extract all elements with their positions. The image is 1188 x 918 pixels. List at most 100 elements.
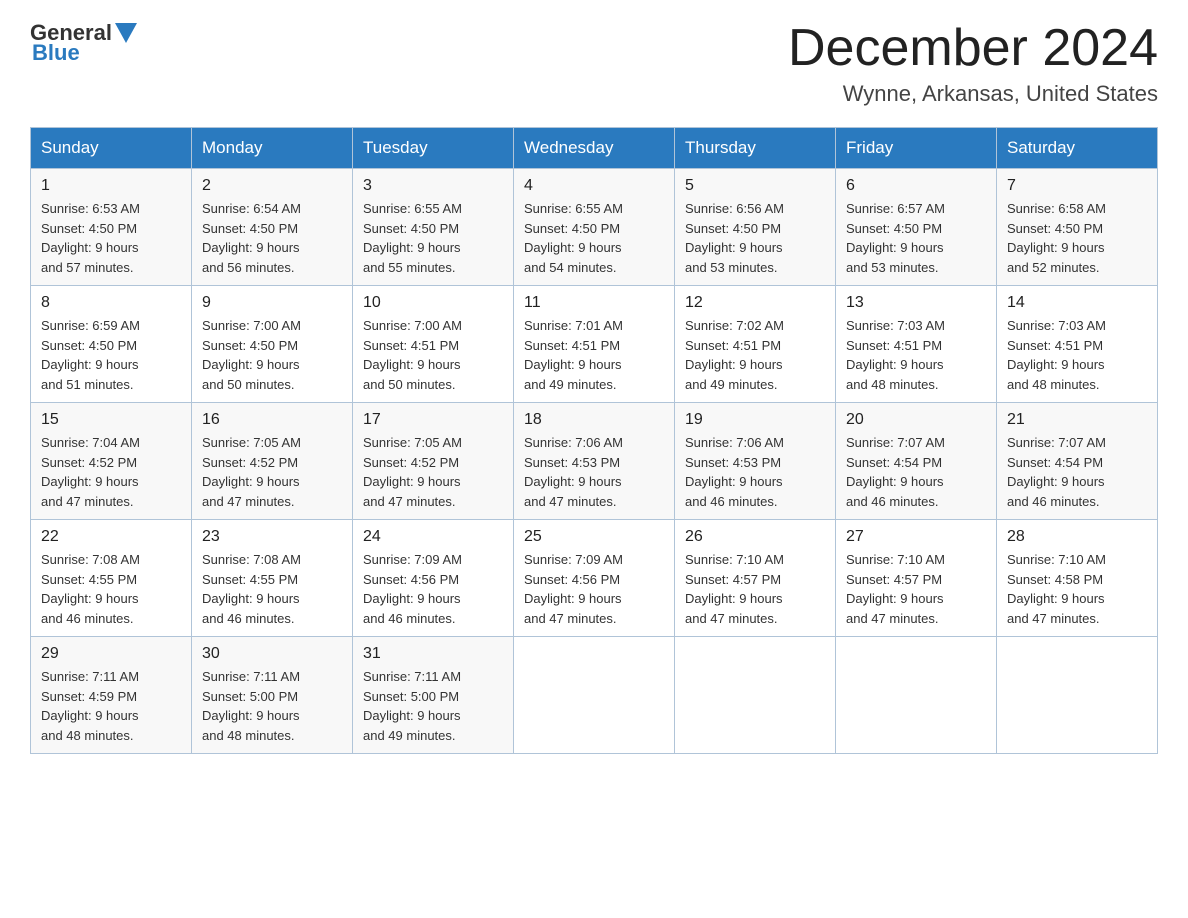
day-number: 21 [1007, 411, 1147, 429]
weekday-header-wednesday: Wednesday [514, 128, 675, 169]
calendar-day-cell: 12 Sunrise: 7:02 AM Sunset: 4:51 PM Dayl… [675, 286, 836, 403]
calendar-day-cell: 27 Sunrise: 7:10 AM Sunset: 4:57 PM Dayl… [836, 520, 997, 637]
day-info: Sunrise: 7:03 AM Sunset: 4:51 PM Dayligh… [846, 316, 986, 394]
day-number: 14 [1007, 294, 1147, 312]
calendar-day-cell [836, 637, 997, 754]
day-number: 29 [41, 645, 181, 663]
calendar-day-cell: 13 Sunrise: 7:03 AM Sunset: 4:51 PM Dayl… [836, 286, 997, 403]
day-number: 2 [202, 177, 342, 195]
day-number: 28 [1007, 528, 1147, 546]
day-info: Sunrise: 6:59 AM Sunset: 4:50 PM Dayligh… [41, 316, 181, 394]
day-number: 5 [685, 177, 825, 195]
day-number: 26 [685, 528, 825, 546]
calendar-day-cell: 4 Sunrise: 6:55 AM Sunset: 4:50 PM Dayli… [514, 169, 675, 286]
day-info: Sunrise: 7:05 AM Sunset: 4:52 PM Dayligh… [202, 433, 342, 511]
location-title: Wynne, Arkansas, United States [788, 81, 1158, 107]
day-info: Sunrise: 7:05 AM Sunset: 4:52 PM Dayligh… [363, 433, 503, 511]
weekday-header-monday: Monday [192, 128, 353, 169]
calendar-week-row: 8 Sunrise: 6:59 AM Sunset: 4:50 PM Dayli… [31, 286, 1158, 403]
calendar-day-cell: 7 Sunrise: 6:58 AM Sunset: 4:50 PM Dayli… [997, 169, 1158, 286]
logo: General Blue [30, 20, 137, 66]
day-info: Sunrise: 6:54 AM Sunset: 4:50 PM Dayligh… [202, 199, 342, 277]
calendar-day-cell: 28 Sunrise: 7:10 AM Sunset: 4:58 PM Dayl… [997, 520, 1158, 637]
day-number: 13 [846, 294, 986, 312]
calendar-day-cell: 18 Sunrise: 7:06 AM Sunset: 4:53 PM Dayl… [514, 403, 675, 520]
weekday-header-thursday: Thursday [675, 128, 836, 169]
calendar-day-cell: 15 Sunrise: 7:04 AM Sunset: 4:52 PM Dayl… [31, 403, 192, 520]
calendar-week-row: 22 Sunrise: 7:08 AM Sunset: 4:55 PM Dayl… [31, 520, 1158, 637]
month-title: December 2024 [788, 20, 1158, 77]
calendar-day-cell: 1 Sunrise: 6:53 AM Sunset: 4:50 PM Dayli… [31, 169, 192, 286]
logo-blue-text: Blue [32, 40, 80, 66]
calendar-day-cell: 26 Sunrise: 7:10 AM Sunset: 4:57 PM Dayl… [675, 520, 836, 637]
day-number: 31 [363, 645, 503, 663]
day-info: Sunrise: 7:06 AM Sunset: 4:53 PM Dayligh… [685, 433, 825, 511]
weekday-header-saturday: Saturday [997, 128, 1158, 169]
day-number: 9 [202, 294, 342, 312]
day-info: Sunrise: 7:11 AM Sunset: 5:00 PM Dayligh… [202, 667, 342, 745]
calendar-week-row: 1 Sunrise: 6:53 AM Sunset: 4:50 PM Dayli… [31, 169, 1158, 286]
day-number: 20 [846, 411, 986, 429]
day-number: 11 [524, 294, 664, 312]
calendar-table: SundayMondayTuesdayWednesdayThursdayFrid… [30, 127, 1158, 754]
day-info: Sunrise: 7:00 AM Sunset: 4:51 PM Dayligh… [363, 316, 503, 394]
day-info: Sunrise: 7:01 AM Sunset: 4:51 PM Dayligh… [524, 316, 664, 394]
day-info: Sunrise: 6:55 AM Sunset: 4:50 PM Dayligh… [524, 199, 664, 277]
weekday-header-row: SundayMondayTuesdayWednesdayThursdayFrid… [31, 128, 1158, 169]
calendar-day-cell: 24 Sunrise: 7:09 AM Sunset: 4:56 PM Dayl… [353, 520, 514, 637]
day-number: 8 [41, 294, 181, 312]
day-number: 18 [524, 411, 664, 429]
calendar-day-cell [997, 637, 1158, 754]
day-number: 16 [202, 411, 342, 429]
day-number: 23 [202, 528, 342, 546]
day-info: Sunrise: 7:03 AM Sunset: 4:51 PM Dayligh… [1007, 316, 1147, 394]
day-info: Sunrise: 7:08 AM Sunset: 4:55 PM Dayligh… [202, 550, 342, 628]
weekday-header-friday: Friday [836, 128, 997, 169]
calendar-day-cell: 20 Sunrise: 7:07 AM Sunset: 4:54 PM Dayl… [836, 403, 997, 520]
day-info: Sunrise: 6:58 AM Sunset: 4:50 PM Dayligh… [1007, 199, 1147, 277]
calendar-day-cell: 23 Sunrise: 7:08 AM Sunset: 4:55 PM Dayl… [192, 520, 353, 637]
calendar-day-cell: 16 Sunrise: 7:05 AM Sunset: 4:52 PM Dayl… [192, 403, 353, 520]
day-info: Sunrise: 7:11 AM Sunset: 4:59 PM Dayligh… [41, 667, 181, 745]
day-number: 1 [41, 177, 181, 195]
day-number: 24 [363, 528, 503, 546]
calendar-day-cell: 14 Sunrise: 7:03 AM Sunset: 4:51 PM Dayl… [997, 286, 1158, 403]
day-number: 10 [363, 294, 503, 312]
day-number: 19 [685, 411, 825, 429]
day-info: Sunrise: 7:06 AM Sunset: 4:53 PM Dayligh… [524, 433, 664, 511]
calendar-day-cell: 19 Sunrise: 7:06 AM Sunset: 4:53 PM Dayl… [675, 403, 836, 520]
day-info: Sunrise: 7:07 AM Sunset: 4:54 PM Dayligh… [846, 433, 986, 511]
logo-triangle-icon [115, 23, 137, 45]
day-info: Sunrise: 7:00 AM Sunset: 4:50 PM Dayligh… [202, 316, 342, 394]
page-header: General Blue December 2024 Wynne, Arkans… [30, 20, 1158, 107]
day-info: Sunrise: 7:04 AM Sunset: 4:52 PM Dayligh… [41, 433, 181, 511]
day-info: Sunrise: 7:10 AM Sunset: 4:58 PM Dayligh… [1007, 550, 1147, 628]
day-info: Sunrise: 7:09 AM Sunset: 4:56 PM Dayligh… [524, 550, 664, 628]
calendar-day-cell: 9 Sunrise: 7:00 AM Sunset: 4:50 PM Dayli… [192, 286, 353, 403]
day-number: 27 [846, 528, 986, 546]
day-info: Sunrise: 7:02 AM Sunset: 4:51 PM Dayligh… [685, 316, 825, 394]
day-number: 7 [1007, 177, 1147, 195]
weekday-header-tuesday: Tuesday [353, 128, 514, 169]
calendar-day-cell [514, 637, 675, 754]
calendar-week-row: 15 Sunrise: 7:04 AM Sunset: 4:52 PM Dayl… [31, 403, 1158, 520]
day-info: Sunrise: 7:10 AM Sunset: 4:57 PM Dayligh… [846, 550, 986, 628]
day-info: Sunrise: 6:56 AM Sunset: 4:50 PM Dayligh… [685, 199, 825, 277]
day-info: Sunrise: 6:53 AM Sunset: 4:50 PM Dayligh… [41, 199, 181, 277]
calendar-day-cell: 31 Sunrise: 7:11 AM Sunset: 5:00 PM Dayl… [353, 637, 514, 754]
day-number: 22 [41, 528, 181, 546]
day-info: Sunrise: 7:10 AM Sunset: 4:57 PM Dayligh… [685, 550, 825, 628]
day-number: 6 [846, 177, 986, 195]
day-info: Sunrise: 7:07 AM Sunset: 4:54 PM Dayligh… [1007, 433, 1147, 511]
day-info: Sunrise: 6:55 AM Sunset: 4:50 PM Dayligh… [363, 199, 503, 277]
calendar-day-cell: 5 Sunrise: 6:56 AM Sunset: 4:50 PM Dayli… [675, 169, 836, 286]
day-number: 17 [363, 411, 503, 429]
calendar-day-cell: 10 Sunrise: 7:00 AM Sunset: 4:51 PM Dayl… [353, 286, 514, 403]
weekday-header-sunday: Sunday [31, 128, 192, 169]
calendar-week-row: 29 Sunrise: 7:11 AM Sunset: 4:59 PM Dayl… [31, 637, 1158, 754]
calendar-day-cell: 22 Sunrise: 7:08 AM Sunset: 4:55 PM Dayl… [31, 520, 192, 637]
day-number: 12 [685, 294, 825, 312]
calendar-day-cell: 2 Sunrise: 6:54 AM Sunset: 4:50 PM Dayli… [192, 169, 353, 286]
title-block: December 2024 Wynne, Arkansas, United St… [788, 20, 1158, 107]
day-number: 25 [524, 528, 664, 546]
